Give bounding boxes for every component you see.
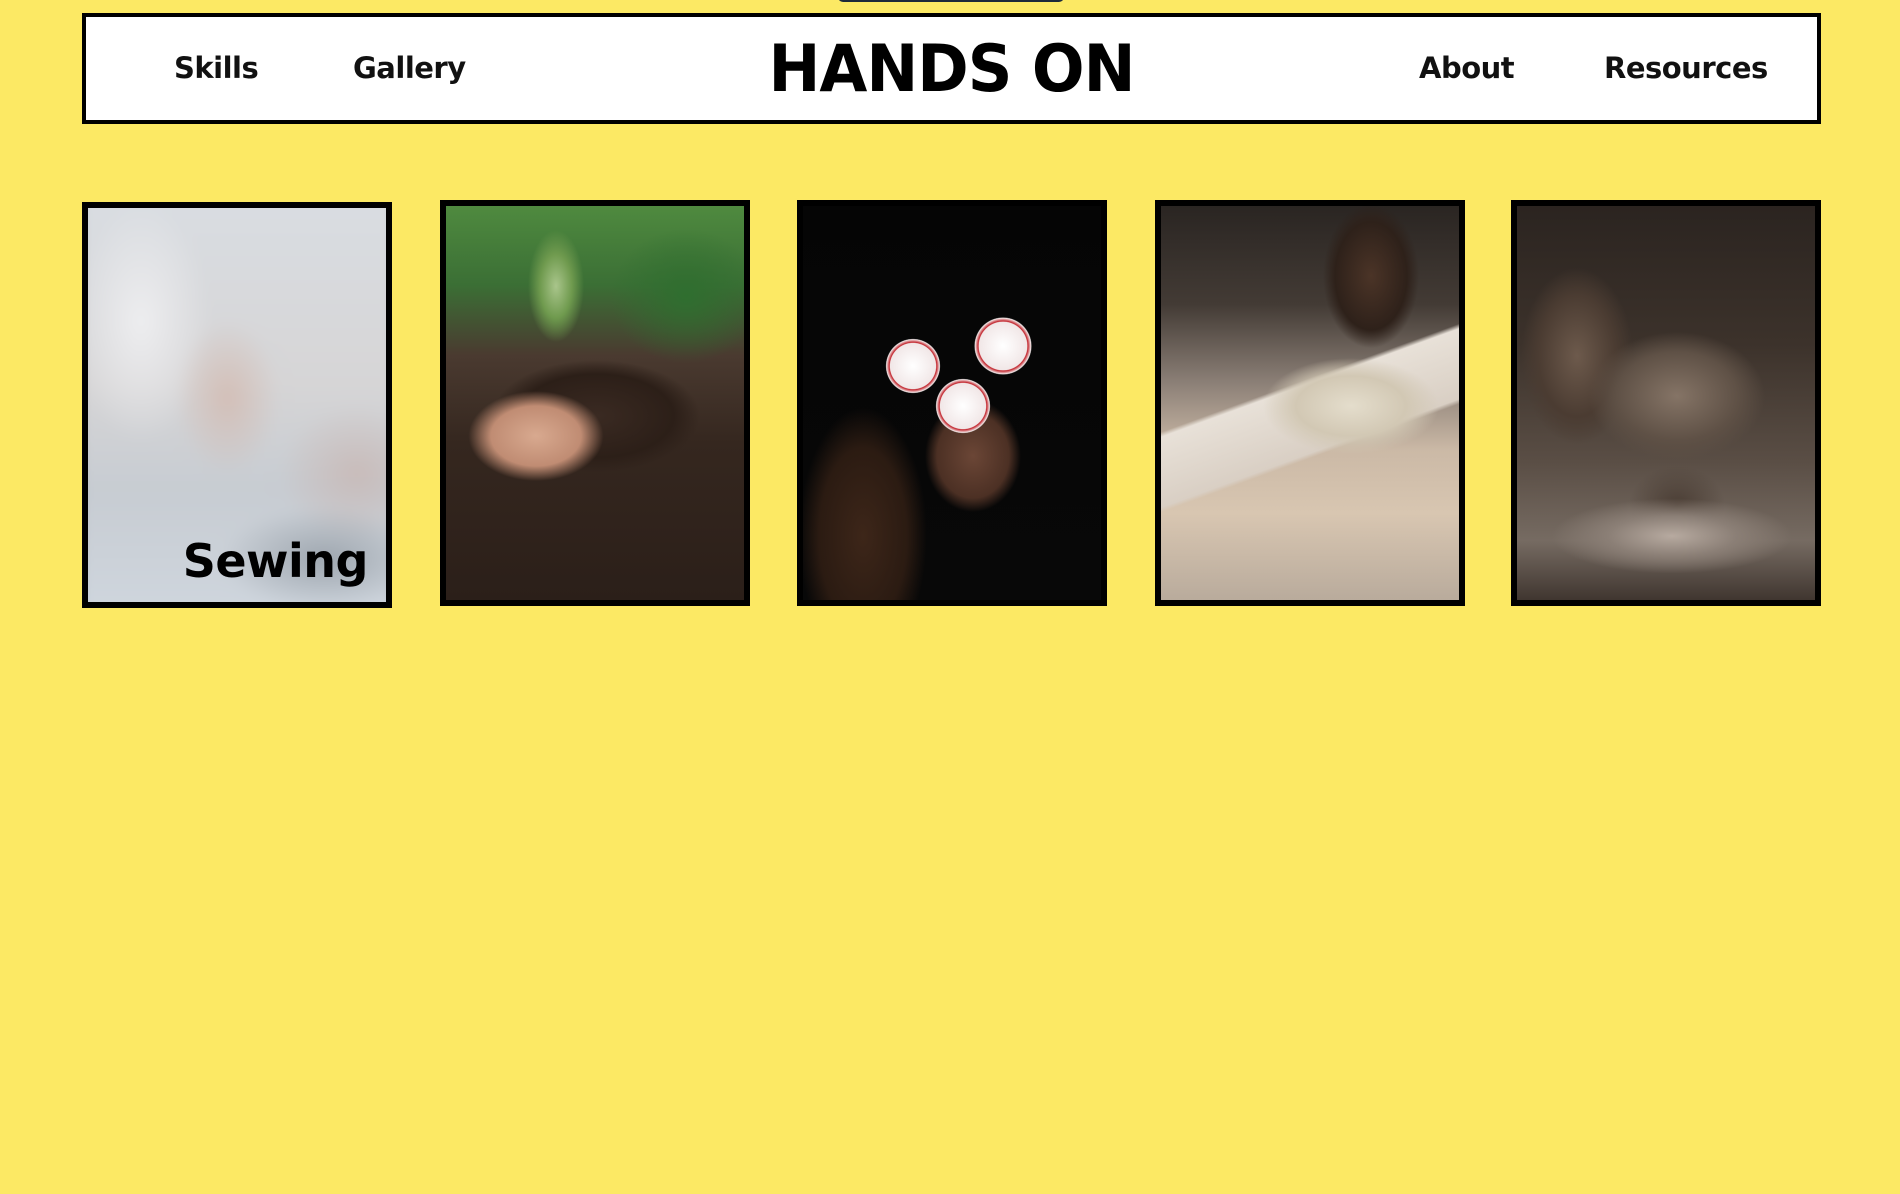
brand-logo-text: HANDS ON (86, 17, 1817, 120)
skill-card-sewing[interactable]: Sewing (82, 202, 392, 608)
skill-card-label: Sewing (182, 534, 369, 588)
nav-link-skills[interactable]: Skills (174, 17, 259, 120)
gardening-photo (446, 206, 744, 600)
skill-card-woodworking[interactable] (1155, 200, 1465, 606)
top-navbar: Skills Gallery HANDS ON About Resources (82, 13, 1821, 124)
skill-card-juggling[interactable] (797, 200, 1107, 606)
skill-card-gardening[interactable] (440, 200, 750, 606)
pottery-photo (1517, 206, 1815, 600)
skill-card-pottery[interactable] (1511, 200, 1821, 606)
nav-link-about[interactable]: About (1419, 17, 1515, 120)
nav-link-resources[interactable]: Resources (1604, 17, 1768, 120)
juggling-photo (803, 206, 1101, 600)
skills-card-grid: Sewing (82, 200, 1821, 608)
nav-link-gallery[interactable]: Gallery (353, 17, 466, 120)
top-tab-handle (838, 0, 1064, 2)
brand-title: HANDS ON (768, 30, 1135, 107)
woodworking-photo (1161, 206, 1459, 600)
